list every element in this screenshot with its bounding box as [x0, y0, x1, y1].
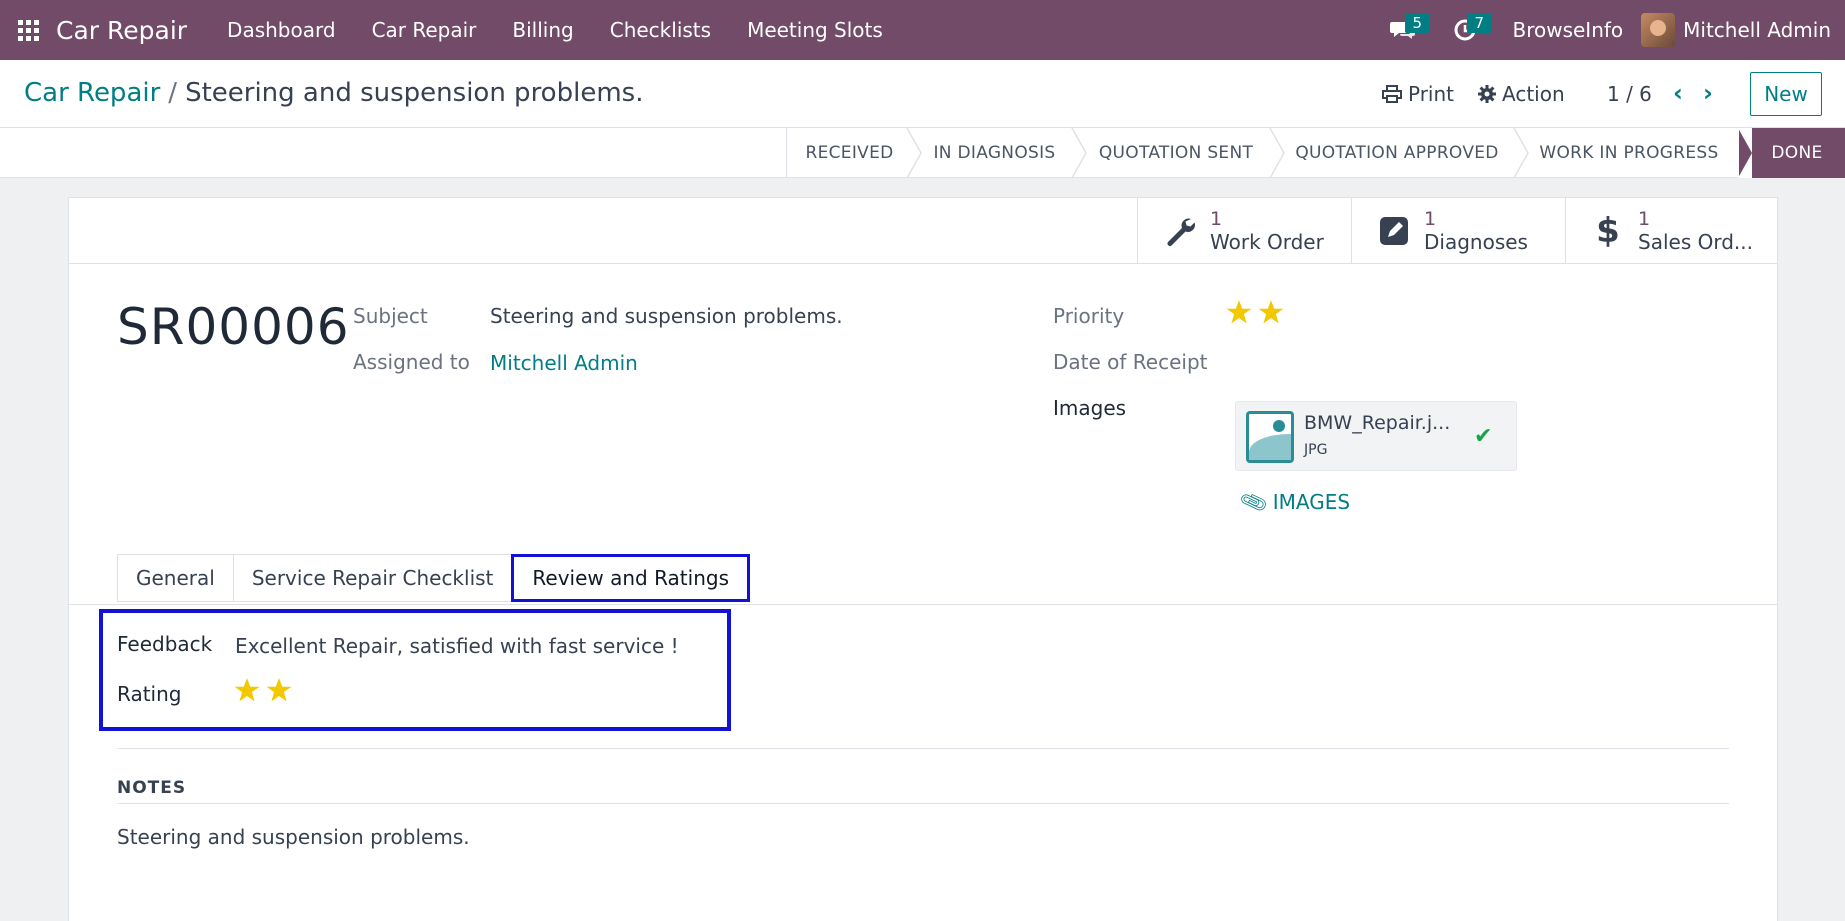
action-label: Action	[1502, 82, 1565, 106]
notes-separator	[117, 748, 1729, 749]
messages-button[interactable]: 5	[1378, 0, 1430, 60]
priority-star-icon[interactable]	[1226, 299, 1252, 325]
top-navbar: Car Repair Dashboard Car Repair Billing …	[0, 0, 1845, 60]
control-panel: Car Repair / Steering and suspension probl…	[0, 60, 1845, 128]
stage-quotation-sent[interactable]: QUOTATION SENT	[1077, 128, 1275, 178]
new-button[interactable]: New	[1750, 72, 1822, 116]
stage-quotation-approved[interactable]: QUOTATION APPROVED	[1275, 128, 1519, 178]
check-icon: ✔	[1474, 424, 1493, 449]
attachment-card[interactable]: BMW_Repair.j... JPG ✔	[1235, 401, 1517, 471]
subject-label: Subject	[353, 304, 428, 328]
form-sheet: 1 Work Order 1 Diagnoses $ 1 Sales Ord..…	[68, 197, 1778, 921]
subject-field[interactable]: Steering and suspension problems.	[490, 304, 843, 328]
images-label: Images	[1053, 396, 1127, 420]
rating-label: Rating	[117, 682, 182, 706]
print-button[interactable]: Print	[1382, 82, 1454, 106]
activities-button[interactable]: 7	[1440, 0, 1492, 60]
menu-meeting-slots[interactable]: Meeting Slots	[729, 0, 901, 60]
assigned-to-label: Assigned to	[353, 350, 470, 374]
stage-in-diagnosis[interactable]: IN DIAGNOSIS	[912, 128, 1077, 178]
smart-buttons: 1 Work Order 1 Diagnoses $ 1 Sales Ord..…	[69, 198, 1777, 264]
feedback-field[interactable]: Excellent Repair, satisfied with fast se…	[235, 634, 679, 658]
tab-service-repair-checklist[interactable]: Service Repair Checklist	[232, 554, 512, 602]
menu-dashboard[interactable]: Dashboard	[209, 0, 354, 60]
stage-chevron	[1513, 128, 1529, 178]
attachment-name: BMW_Repair.j...	[1304, 412, 1451, 434]
user-menu[interactable]: Mitchell Admin	[1683, 18, 1845, 42]
priority-star-icon[interactable]	[1258, 299, 1284, 325]
stage-chevron	[906, 128, 922, 178]
notebook-tabs: General Service Repair Checklist Review …	[117, 554, 750, 602]
printer-icon	[1382, 85, 1402, 103]
record-reference: SR00006	[117, 298, 350, 356]
work-order-smart-button[interactable]: 1 Work Order	[1137, 198, 1351, 264]
apps-menu-icon[interactable]	[0, 0, 56, 60]
upload-images-label: IMAGES	[1272, 490, 1351, 514]
breadcrumb-separator: /	[168, 78, 178, 108]
breadcrumb-root-link[interactable]: Car Repair	[24, 78, 160, 108]
tab-general[interactable]: General	[117, 554, 233, 602]
assigned-to-field[interactable]: Mitchell Admin	[490, 351, 638, 375]
dollar-icon: $	[1596, 211, 1620, 251]
pager-previous-icon[interactable]: ‹	[1665, 78, 1691, 108]
stage-chevron	[1269, 128, 1285, 178]
review-highlight-box	[99, 609, 731, 731]
action-button[interactable]: Action	[1478, 82, 1565, 106]
menu-billing[interactable]: Billing	[494, 0, 591, 60]
sales-orders-count: 1	[1638, 207, 1651, 230]
paperclip-icon: 📎︎	[1237, 486, 1270, 518]
tabs-divider	[69, 604, 1777, 605]
breadcrumb: Car Repair / Steering and suspension probl…	[24, 78, 643, 108]
upload-images-button[interactable]: 📎︎ IMAGES	[1238, 486, 1351, 517]
work-order-label: Work Order	[1210, 230, 1324, 255]
menu-car-repair[interactable]: Car Repair	[354, 0, 495, 60]
edit-icon	[1376, 213, 1412, 249]
activities-badge: 7	[1467, 13, 1492, 33]
status-bar: RECEIVED IN DIAGNOSIS QUOTATION SENT QUO…	[0, 128, 1845, 178]
stage-done[interactable]: DONE	[1738, 128, 1845, 178]
priority-label: Priority	[1053, 304, 1125, 328]
date-of-receipt-label: Date of Receipt	[1053, 350, 1208, 374]
menu-checklists[interactable]: Checklists	[592, 0, 729, 60]
pager-value[interactable]: 1 / 6	[1607, 82, 1652, 106]
sales-orders-label: Sales Ord...	[1638, 230, 1753, 255]
print-label: Print	[1408, 82, 1455, 106]
notes-field[interactable]: Steering and suspension problems.	[117, 825, 470, 849]
company-switcher[interactable]: BrowseInfo	[1490, 18, 1641, 42]
rating-star-icon[interactable]	[266, 677, 292, 703]
user-avatar[interactable]	[1641, 13, 1676, 47]
work-order-count: 1	[1210, 207, 1223, 230]
wrench-icon	[1162, 213, 1198, 249]
notes-title: NOTES	[117, 778, 187, 798]
pager-next-icon[interactable]: ›	[1695, 78, 1721, 108]
app-brand[interactable]: Car Repair	[56, 16, 187, 45]
diagnoses-smart-button[interactable]: 1 Diagnoses	[1351, 198, 1565, 264]
stage-work-in-progress[interactable]: WORK IN PROGRESS	[1519, 128, 1739, 178]
image-file-icon	[1246, 411, 1294, 463]
diagnoses-count: 1	[1424, 207, 1437, 230]
sales-orders-smart-button[interactable]: $ 1 Sales Ord...	[1565, 198, 1779, 264]
attachment-type: JPG	[1304, 442, 1328, 458]
stage-chevron	[1071, 128, 1087, 178]
messages-badge: 5	[1405, 13, 1430, 33]
tab-review-and-ratings[interactable]: Review and Ratings	[511, 554, 750, 602]
breadcrumb-current: Steering and suspension problems.	[185, 78, 644, 108]
stage-received[interactable]: RECEIVED	[787, 128, 912, 178]
diagnoses-label: Diagnoses	[1424, 230, 1528, 255]
gear-icon	[1478, 85, 1496, 103]
feedback-label: Feedback	[117, 632, 213, 656]
notes-title-underline	[117, 803, 1729, 804]
rating-star-icon[interactable]	[234, 677, 260, 703]
